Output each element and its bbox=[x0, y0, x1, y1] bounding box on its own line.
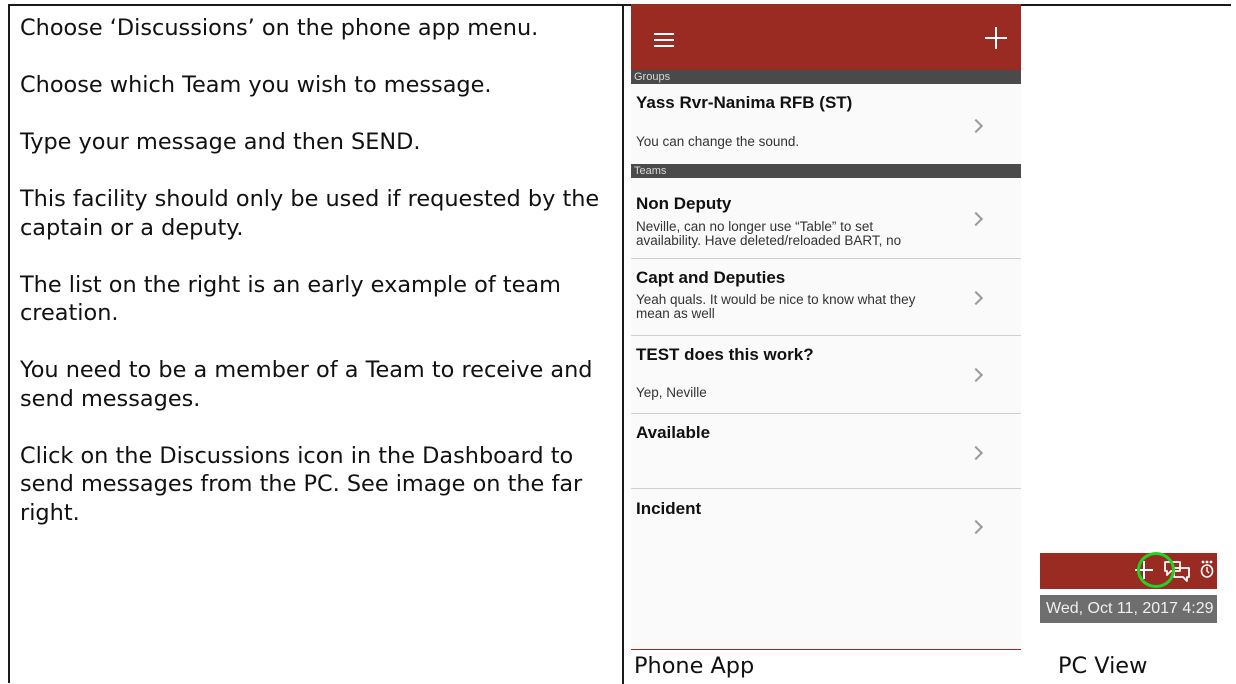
instruction-2: Choose which Team you wish to message. bbox=[20, 72, 492, 98]
team-subtitle: Neville, can no longer use “Table” to se… bbox=[636, 219, 902, 248]
team-title: Available bbox=[636, 423, 711, 442]
team-subtitle: Yep, Neville bbox=[636, 385, 707, 400]
column-divider bbox=[622, 4, 624, 684]
team-row[interactable]: TEST does this work? Yep, Neville bbox=[631, 336, 1021, 414]
chevron-right-icon bbox=[968, 367, 984, 383]
instruction-4: This facility should only be used if req… bbox=[20, 186, 600, 241]
team-row[interactable]: Non Deputy Neville, can no longer use “T… bbox=[631, 178, 1021, 259]
team-row[interactable]: Incident bbox=[631, 489, 1021, 568]
team-title: Capt and Deputies bbox=[636, 268, 786, 287]
team-subtitle: Yeah quals. It would be nice to know wha… bbox=[636, 292, 916, 321]
app-bar bbox=[631, 4, 1021, 70]
chevron-right-icon bbox=[968, 211, 984, 227]
phone-app-screenshot: Groups Yass Rvr-Nanima RFB (ST) You can … bbox=[631, 4, 1021, 650]
chevron-right-icon bbox=[968, 519, 984, 535]
group-row[interactable]: Yass Rvr-Nanima RFB (ST) You can change … bbox=[631, 84, 1021, 164]
pc-date-display: Wed, Oct 11, 2017 4:29 bbox=[1040, 595, 1217, 623]
add-icon[interactable] bbox=[984, 26, 1008, 50]
instructions-column: Choose ‘Discussions’ on the phone app me… bbox=[20, 14, 615, 556]
pc-dashboard-toolbar bbox=[1040, 553, 1217, 589]
team-title: Incident bbox=[636, 499, 702, 518]
team-row[interactable]: Available bbox=[631, 414, 1021, 489]
group-title: Yass Rvr-Nanima RFB (ST) bbox=[636, 93, 853, 112]
group-subtitle: You can change the sound. bbox=[636, 134, 800, 149]
instruction-6: You need to be a member of a Team to rec… bbox=[20, 357, 593, 412]
calendar-icon[interactable] bbox=[1200, 559, 1214, 579]
team-row[interactable]: Capt and Deputies Yeah quals. It would b… bbox=[631, 259, 1021, 336]
instruction-5: The list on the right is an early exampl… bbox=[20, 271, 561, 327]
hamburger-menu-icon[interactable] bbox=[654, 33, 674, 47]
chevron-right-icon bbox=[968, 445, 984, 461]
instruction-7: Click on the Discussions icon in the Das… bbox=[20, 442, 583, 526]
instruction-1: Choose ‘Discussions’ on the phone app me… bbox=[20, 15, 539, 41]
team-title: TEST does this work? bbox=[636, 345, 814, 364]
teams-section-header: Teams bbox=[631, 164, 1021, 178]
pc-caption: PC View bbox=[1058, 653, 1148, 679]
highlight-circle bbox=[1137, 552, 1175, 588]
chevron-right-icon bbox=[968, 290, 984, 306]
phone-bottom-divider bbox=[631, 649, 1021, 650]
groups-section-header: Groups bbox=[631, 70, 1021, 84]
instruction-3: Type your message and then SEND. bbox=[20, 129, 421, 155]
team-title: Non Deputy bbox=[636, 194, 732, 213]
phone-caption: Phone App bbox=[634, 653, 755, 679]
chevron-right-icon bbox=[968, 118, 984, 134]
